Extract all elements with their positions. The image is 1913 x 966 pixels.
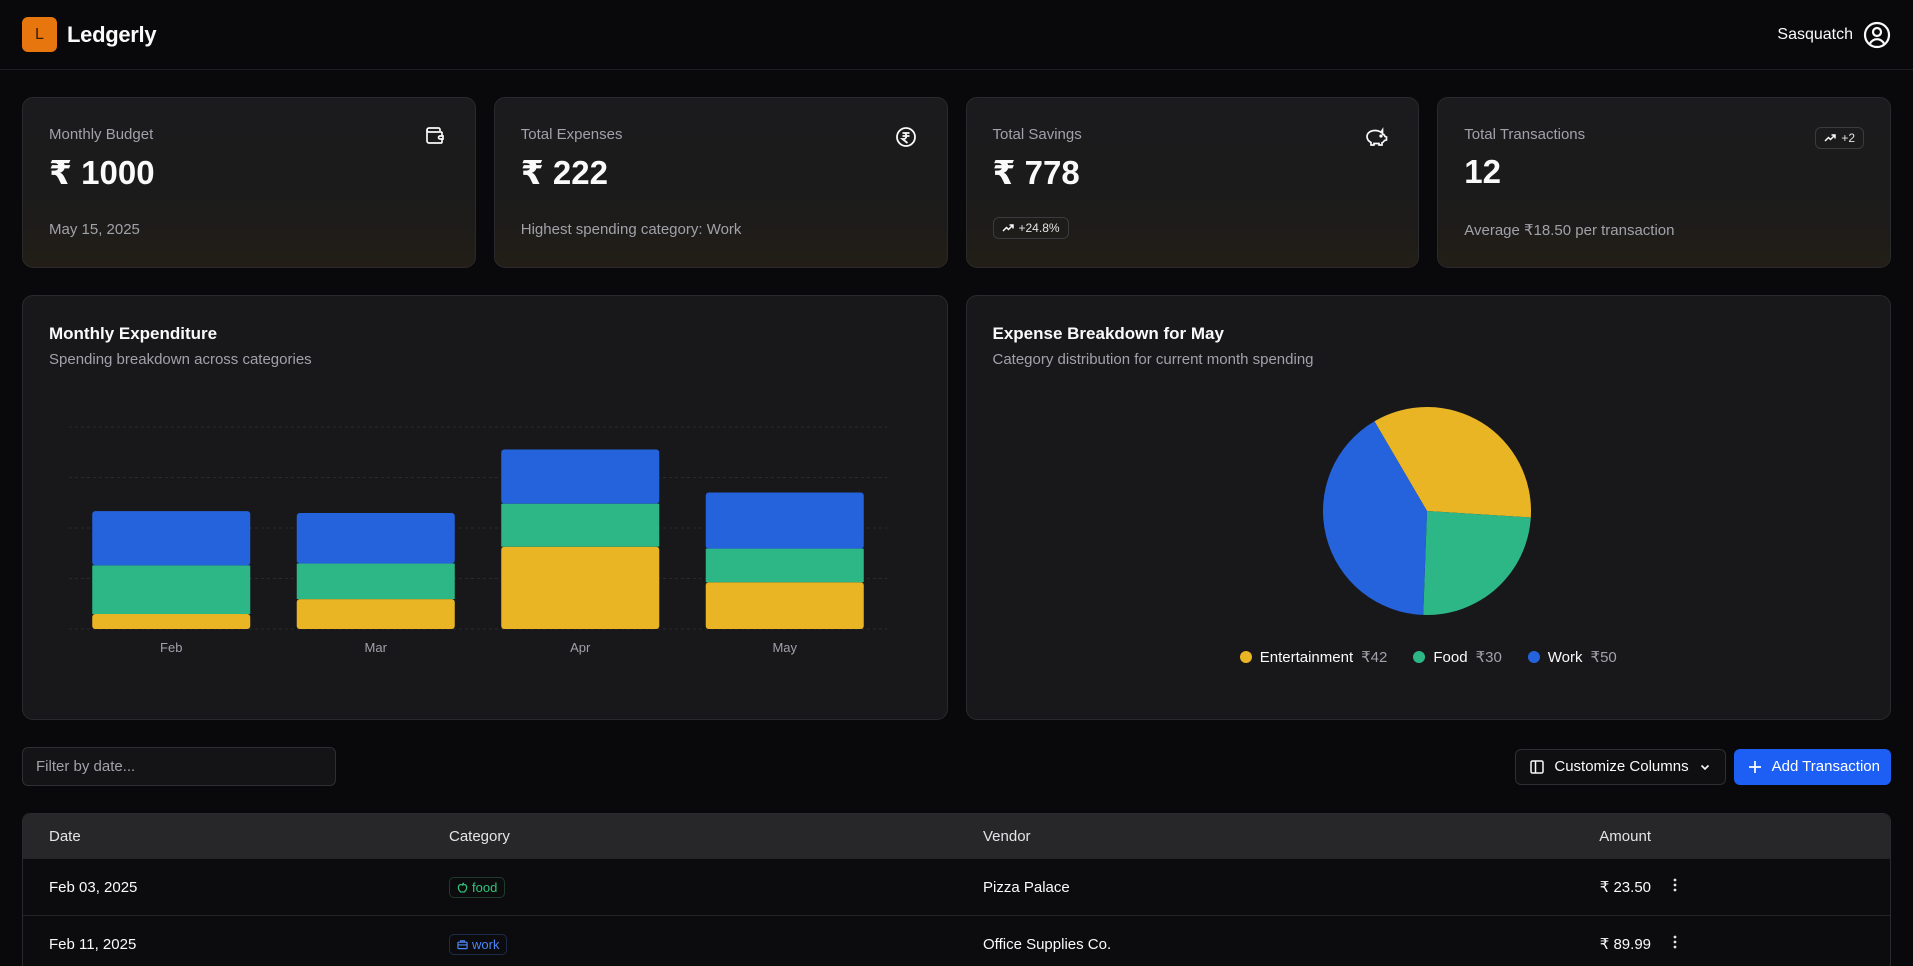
bar-segment-entertainment-may[interactable] <box>705 582 864 629</box>
card-footnote: May 15, 2025 <box>49 221 140 238</box>
bar-segment-food-may[interactable] <box>705 548 864 583</box>
legend-label: Entertainment <box>1259 648 1354 666</box>
monthly-expenditure-panel: Feb Mar Apr May Monthly Expenditure Spendin… <box>22 295 948 720</box>
savings-trend-value: +24.8% <box>1018 221 1060 235</box>
card-footnote: Average ₹18.50 per transaction <box>1464 222 1675 239</box>
x-tick-label: May <box>772 640 797 655</box>
table-header: Date Category Vendor Amount <box>23 814 1890 858</box>
table-row[interactable]: Feb 03, 2025 food Pizza Palace ₹ 23.50 <box>23 858 1890 915</box>
briefcase-icon <box>457 939 468 949</box>
legend-item-entertainment: Entertainment ₹42 <box>1239 648 1388 666</box>
card-label: Total Transactions <box>1464 126 1586 143</box>
top-bar: L Ledgerly Sasquatch <box>0 0 1913 70</box>
bar-segment-food-feb[interactable] <box>92 565 251 615</box>
plus-icon <box>1748 760 1761 773</box>
x-tick-label: Apr <box>570 640 591 655</box>
expense-breakdown-panel: Expense Breakdown for May Category distr… <box>965 295 1891 720</box>
brand[interactable]: L Ledgerly <box>22 17 157 52</box>
cell-date: Feb 11, 2025 <box>49 935 137 953</box>
bar-segment-food-mar[interactable] <box>296 563 455 600</box>
cell-vendor: Office Supplies Co. <box>983 935 1112 953</box>
card-monthly-budget: Monthly Budget ₹ 1000 May 15, 2025 <box>22 97 476 268</box>
card-value: ₹ 222 <box>520 154 608 191</box>
legend-amount: ₹50 <box>1590 649 1617 666</box>
user-menu[interactable]: Sasquatch <box>1777 21 1891 49</box>
card-value: 12 <box>1464 153 1501 190</box>
customize-columns-button[interactable]: Customize Columns <box>1515 748 1726 785</box>
bar-segment-work-feb[interactable] <box>92 511 251 566</box>
pie-slice-food[interactable] <box>1422 511 1531 615</box>
bar-segment-food-apr[interactable] <box>501 503 660 547</box>
card-label: Total Savings <box>992 126 1082 143</box>
trending-up-icon <box>1824 134 1837 142</box>
card-label: Monthly Budget <box>49 126 154 143</box>
column-header-amount[interactable]: Amount <box>1523 828 1651 845</box>
row-actions-menu-icon[interactable] <box>1651 935 1864 953</box>
x-tick-label: Feb <box>160 640 182 655</box>
add-transaction-label: Add Transaction <box>1771 758 1880 775</box>
card-value: ₹ 778 <box>992 154 1080 191</box>
x-tick-label: Mar <box>365 640 388 655</box>
columns-icon <box>1530 759 1545 774</box>
category-label: work <box>472 936 500 952</box>
panel-title: Monthly Expenditure <box>49 324 218 343</box>
legend-item-food: Food ₹30 <box>1413 648 1502 666</box>
cell-amount: ₹ 89.99 <box>1599 936 1651 953</box>
legend-amount: ₹42 <box>1361 649 1388 666</box>
row-actions-menu-icon[interactable] <box>1651 878 1864 896</box>
category-tag-food: food <box>449 876 506 898</box>
bar-segment-work-apr[interactable] <box>501 449 660 504</box>
column-header-category[interactable]: Category <box>449 828 983 845</box>
pie-legend: Entertainment ₹42 Food ₹30 Work ₹50 <box>967 648 1891 666</box>
user-circle-icon[interactable] <box>1863 21 1891 49</box>
panel-subtitle: Spending breakdown across categories <box>49 351 312 368</box>
card-total-transactions: Total Transactions 12 Average ₹18.50 per… <box>1437 97 1891 268</box>
piggy-bank-icon <box>1364 126 1388 153</box>
legend-label: Food <box>1433 648 1468 666</box>
cell-amount: ₹ 23.50 <box>1599 879 1651 896</box>
savings-trend-badge: +24.8% <box>992 217 1069 239</box>
bar-segment-entertainment-apr[interactable] <box>501 546 660 629</box>
table-row[interactable]: Feb 11, 2025 work Office Supplies Co. ₹ … <box>23 915 1890 966</box>
transactions-trend-value: +2 <box>1841 131 1855 145</box>
rupee-circle-icon <box>895 126 917 153</box>
transactions-table: Date Category Vendor Amount Feb 03, 2025… <box>22 813 1891 966</box>
legend-label: Work <box>1547 648 1583 666</box>
card-footnote: +24.8% <box>992 217 1069 239</box>
chevron-down-icon <box>1700 764 1709 770</box>
card-label: Total Expenses <box>520 126 623 143</box>
legend-item-work: Work ₹50 <box>1527 648 1617 666</box>
add-transaction-button[interactable]: Add Transaction <box>1733 748 1891 785</box>
column-header-date[interactable]: Date <box>49 828 449 845</box>
transactions-trend-badge: +2 <box>1815 127 1864 149</box>
panel-subtitle: Category distribution for current month … <box>992 351 1314 368</box>
card-footnote: Highest spending category: Work <box>520 221 742 238</box>
user-name: Sasquatch <box>1777 25 1853 43</box>
customize-columns-label: Customize Columns <box>1554 758 1689 775</box>
card-total-expenses: Total Expenses ₹ 222 Highest spending ca… <box>493 97 948 268</box>
column-header-vendor[interactable]: Vendor <box>983 828 1523 845</box>
bar-segment-work-mar[interactable] <box>296 513 455 564</box>
bar-segment-entertainment-mar[interactable] <box>296 599 455 629</box>
legend-swatch <box>1239 651 1252 663</box>
apple-icon <box>457 882 468 893</box>
cell-vendor: Pizza Palace <box>983 878 1070 896</box>
bar-segment-work-may[interactable] <box>705 492 864 549</box>
legend-swatch <box>1527 651 1540 663</box>
legend-amount: ₹30 <box>1475 649 1502 666</box>
category-label: food <box>472 879 498 895</box>
cell-date: Feb 03, 2025 <box>49 878 138 896</box>
trending-up-icon <box>1001 224 1014 232</box>
date-filter-input[interactable] <box>22 747 336 786</box>
panel-title: Expense Breakdown for May <box>992 324 1224 343</box>
table-toolbar: Customize Columns Add Transaction <box>22 747 1891 786</box>
legend-swatch <box>1413 651 1426 663</box>
app-name: Ledgerly <box>67 21 157 47</box>
app-logo: L <box>22 17 57 52</box>
card-total-savings: Total Savings ₹ 778 +24.8% <box>965 97 1420 268</box>
wallet-icon <box>425 126 445 151</box>
category-tag-work: work <box>449 933 508 955</box>
bar-segment-entertainment-feb[interactable] <box>92 614 251 629</box>
card-value: ₹ 1000 <box>49 154 155 191</box>
